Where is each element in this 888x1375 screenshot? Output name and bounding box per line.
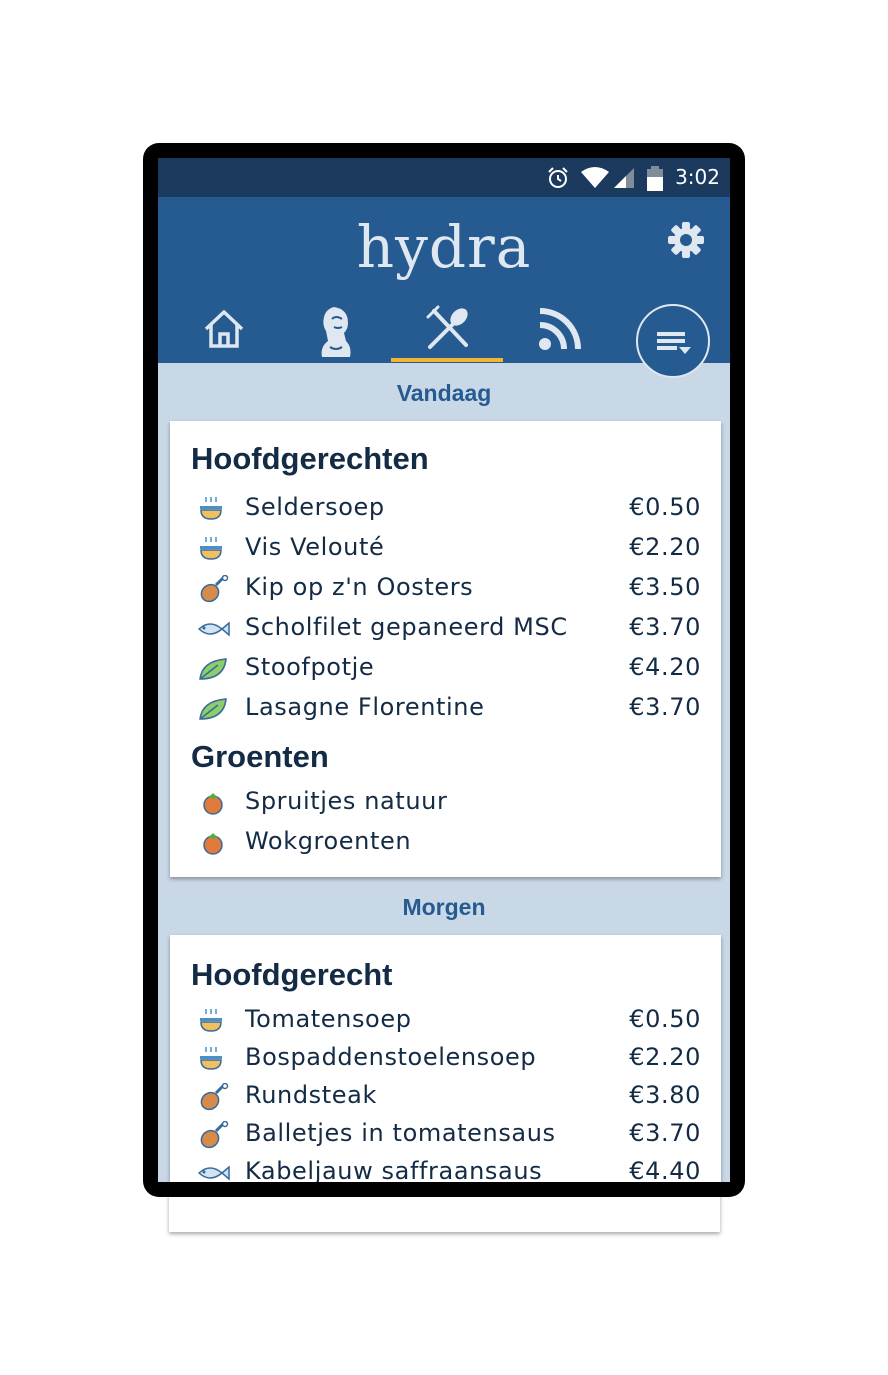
section-title: Hoofdgerechten — [191, 441, 429, 476]
fish-icon — [196, 1159, 230, 1182]
menu-item-price: €2.20 — [629, 1043, 701, 1071]
menu-item-name: Lasagne Florentine — [245, 693, 485, 721]
vegetable-icon — [196, 789, 230, 817]
menu-item: Balletjes in tomatensaus €3.70 — [170, 1117, 721, 1153]
active-tab-indicator — [391, 358, 503, 362]
soup-icon — [196, 1007, 230, 1035]
menu-item-name: Stoofpotje — [245, 653, 375, 681]
menu-item-price: €3.70 — [629, 693, 701, 721]
restaurant-icon — [426, 305, 468, 349]
tab-news[interactable] — [504, 297, 616, 363]
menu-legend-button[interactable] — [636, 304, 710, 378]
menu-item-name: Balletjes in tomatensaus — [245, 1119, 556, 1147]
menu-item: Scholfilet gepaneerd MSC €3.70 — [170, 611, 721, 647]
app-screen: 3:02 hydra Vandaag Hoofdgerechten Selder… — [158, 158, 730, 1182]
section-title: Hoofdgerecht — [191, 957, 393, 992]
menu-item-name: Rundsteak — [245, 1081, 377, 1109]
menu-item: Kip op z'n Oosters €3.50 — [170, 571, 721, 607]
leaf-icon — [196, 655, 230, 683]
battery-icon — [647, 166, 663, 191]
menu-item: Wokgroenten — [170, 825, 721, 861]
menu-item-price: €3.70 — [629, 613, 701, 641]
menu-item-name: Scholfilet gepaneerd MSC — [245, 613, 568, 641]
soup-icon — [196, 1045, 230, 1073]
menu-item-name: Seldersoep — [245, 493, 385, 521]
menu-item: Bospaddenstoelensoep €2.20 — [170, 1041, 721, 1077]
menu-item-name: Kip op z'n Oosters — [245, 573, 474, 601]
menu-item: Lasagne Florentine €3.70 — [170, 691, 721, 727]
day-header-today: Vandaag — [396, 380, 492, 406]
menu-item-name: Bospaddenstoelensoep — [245, 1043, 537, 1071]
soup-icon — [196, 495, 230, 523]
day-header-tomorrow: Morgen — [402, 894, 486, 920]
menu-item: Kabeljauw saffraansaus €4.40 — [170, 1155, 721, 1182]
tab-resto[interactable] — [392, 297, 504, 363]
menu-item-name: Spruitjes natuur — [245, 787, 448, 815]
hydra-bust-icon — [321, 307, 351, 357]
menu-item: Rundsteak €3.80 — [170, 1079, 721, 1115]
tab-association[interactable] — [280, 297, 392, 363]
menu-item: Tomatensoep €0.50 — [170, 1003, 721, 1039]
soup-icon — [196, 535, 230, 563]
settings-gear-icon[interactable] — [666, 220, 706, 260]
home-icon — [204, 310, 244, 348]
menu-card-tomorrow: Hoofdgerecht Tomatensoep €0.50 Bospaddenst… — [170, 935, 721, 1182]
menu-item: Seldersoep €0.50 — [170, 491, 721, 527]
status-time: 3:02 — [675, 165, 720, 189]
menu-item-price: €4.40 — [629, 1157, 701, 1182]
menu-item-price: €0.50 — [629, 493, 701, 521]
menu-item-name: Tomatensoep — [245, 1005, 412, 1033]
app-logo: hydra — [356, 213, 532, 281]
meat-icon — [196, 574, 230, 603]
alarm-icon — [548, 167, 568, 188]
wifi-icon — [581, 167, 609, 188]
menu-item-name: Vis Velouté — [245, 533, 385, 561]
section-title: Groenten — [191, 739, 329, 774]
menu-item-price: €4.20 — [629, 653, 701, 681]
meat-icon — [196, 1082, 230, 1111]
menu-card-today: Hoofdgerechten Seldersoep €0.50 Vis Velout… — [170, 421, 721, 877]
menu-item: Vis Velouté €2.20 — [170, 531, 721, 567]
status-bar: 3:02 — [158, 158, 730, 197]
vegetable-icon — [196, 829, 230, 857]
menu-item: Spruitjes natuur — [170, 785, 721, 821]
menu-item-price: €3.80 — [629, 1081, 701, 1109]
menu-item: Stoofpotje €4.20 — [170, 651, 721, 687]
rss-icon — [539, 308, 581, 350]
meat-icon — [196, 1120, 230, 1149]
fish-icon — [196, 615, 230, 643]
menu-item-name: Kabeljauw saffraansaus — [245, 1157, 543, 1182]
menu-item-price: €2.20 — [629, 533, 701, 561]
leaf-icon — [196, 695, 230, 723]
list-dropdown-icon — [657, 332, 691, 354]
menu-item-price: €3.50 — [629, 573, 701, 601]
signal-icon — [614, 168, 634, 188]
menu-item-price: €0.50 — [629, 1005, 701, 1033]
tab-home[interactable] — [168, 297, 280, 363]
menu-item-name: Wokgroenten — [245, 827, 412, 855]
menu-item-price: €3.70 — [629, 1119, 701, 1147]
